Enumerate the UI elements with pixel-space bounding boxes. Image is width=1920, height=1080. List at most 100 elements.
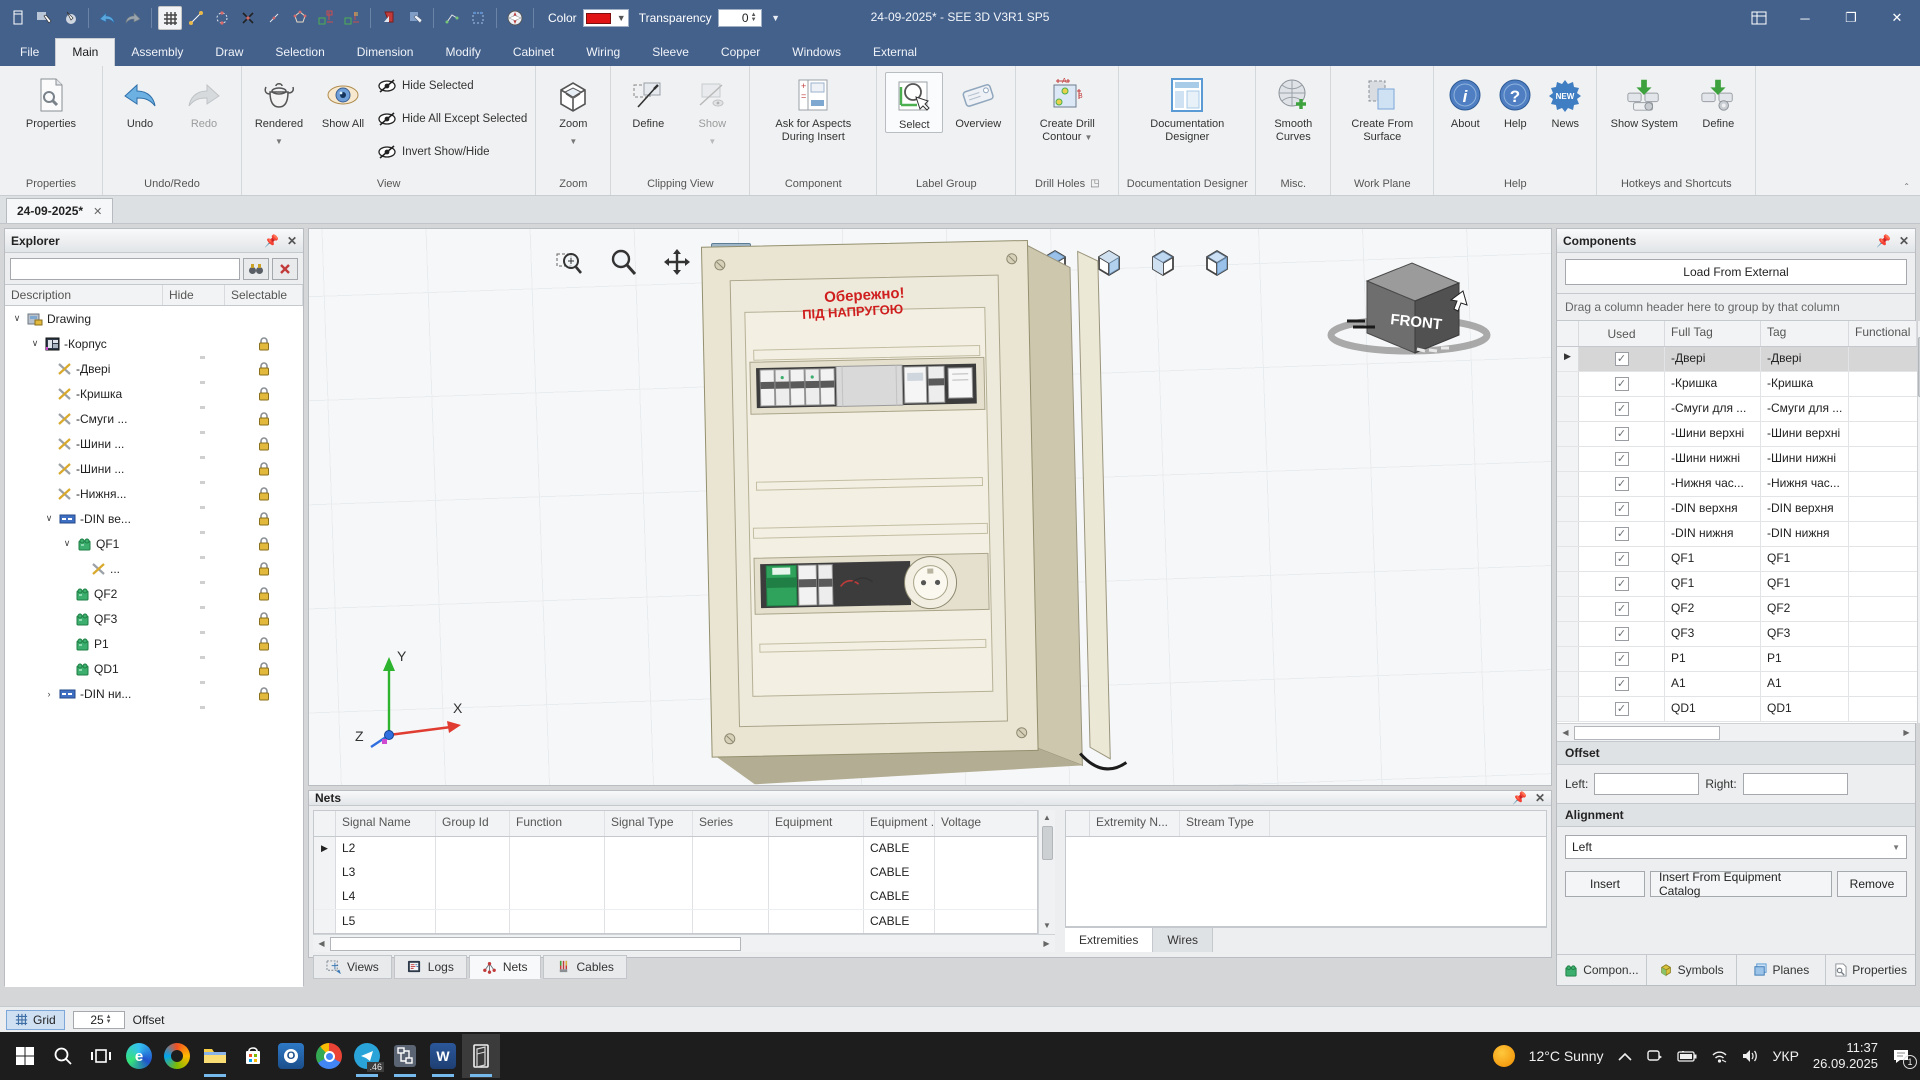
collapse-ribbon-icon[interactable]: ⌃ [1903,182,1910,191]
tab-properties[interactable]: Properties [1826,955,1915,985]
volume-icon[interactable] [1742,1049,1759,1063]
tab-symbols[interactable]: Symbols [1647,955,1737,985]
menu-modify[interactable]: Modify [429,39,496,66]
coord-insert-icon[interactable] [314,6,338,30]
used-checkbox[interactable]: ✓ [1615,602,1629,616]
net-row[interactable]: L4CABLE [314,885,1037,909]
tree-row-qf1[interactable]: ∨ QF1 [5,531,303,556]
line-tool-icon[interactable] [184,6,208,30]
lock-icon[interactable] [249,437,279,451]
undo-icon[interactable] [95,6,119,30]
used-checkbox[interactable]: ✓ [1615,377,1629,391]
menu-wiring[interactable]: Wiring [570,39,636,66]
tree-row-shyny-1[interactable]: -Шини ... [5,431,303,456]
tree-row-drawing[interactable]: ∨ Drawing [5,306,303,331]
redo-icon[interactable] [121,6,145,30]
language-indicator[interactable]: УКР [1773,1048,1799,1064]
component-row[interactable]: ✓QF3QF3 [1557,622,1917,647]
tab-logs[interactable]: Logs [394,955,467,979]
components-hscrollbar[interactable]: ◀▶ [1557,723,1915,741]
word-icon[interactable]: W [424,1034,462,1078]
lock-icon[interactable] [249,512,279,526]
select-circle-icon[interactable] [58,6,82,30]
cabinet-icon[interactable] [6,6,30,30]
create-drill-contour-button[interactable]: AB Create Drill Contour ▼ [1024,72,1110,144]
segment-tool-icon[interactable] [262,6,286,30]
spinner-arrows[interactable]: ▲▼ [749,13,759,23]
expand-arrow[interactable]: ∨ [43,513,55,524]
tree-row-din-top[interactable]: ∨ -DIN ве... [5,506,303,531]
lock-icon[interactable] [249,587,279,601]
paste-special-icon[interactable] [377,6,401,30]
tree-row-korpus[interactable]: ∨ -Корпус [5,331,303,356]
tree-row-p1[interactable]: P1 [5,631,303,656]
component-row[interactable]: ✓-Шини нижні-Шини нижні [1557,447,1917,472]
expand-arrow[interactable]: ∨ [61,538,73,549]
define-hotkeys-button[interactable]: Define [1689,72,1747,131]
alignment-select[interactable]: Left ▼ [1565,835,1907,859]
lock-icon[interactable] [249,537,279,551]
color-dropdown[interactable]: ▼ [583,9,629,27]
used-checkbox[interactable]: ✓ [1615,677,1629,691]
transparency-input[interactable] [719,11,749,25]
clock[interactable]: 11:37 26.09.2025 [1813,1040,1878,1072]
expand-arrow[interactable]: › [43,689,55,699]
weather-text[interactable]: 12°C Sunny [1529,1048,1604,1064]
lock-icon[interactable] [249,462,279,476]
documentation-designer-button[interactable]: Documentation Designer [1127,72,1247,144]
coord-insert2-icon[interactable] [340,6,364,30]
component-row[interactable]: ✓-Кришка-Кришка [1557,372,1917,397]
used-checkbox[interactable]: ✓ [1615,427,1629,441]
tab-cables[interactable]: Cables [543,955,627,979]
nets-hscrollbar[interactable]: ◀▶ [313,934,1055,952]
menu-copper[interactable]: Copper [705,39,776,66]
weather-icon[interactable] [1493,1045,1515,1067]
tree-row-kryshka[interactable]: -Кришка [5,381,303,406]
lock-icon[interactable] [249,687,279,701]
show-clipping-button[interactable]: Show ▼ [683,72,741,148]
tree-row-nyzhnia[interactable]: -Нижня... [5,481,303,506]
hide-selected-button[interactable]: Hide Selected [378,74,527,98]
select-window-icon[interactable] [32,6,56,30]
close-tab-icon[interactable]: ✕ [93,205,102,218]
battery-icon[interactable] [1677,1051,1697,1062]
used-checkbox[interactable]: ✓ [1615,627,1629,641]
chrome-icon[interactable] [310,1034,348,1078]
search-input[interactable] [10,258,240,280]
wire-tool-icon[interactable] [440,6,464,30]
transparency-spinner[interactable]: ▲▼ [718,9,762,27]
tree-row-qd1[interactable]: QD1 [5,656,303,681]
offset-left-input[interactable] [1594,773,1699,795]
menu-selection[interactable]: Selection [259,39,340,66]
tab-components[interactable]: Compon... [1557,955,1647,985]
component-row[interactable]: ✓-DIN нижня-DIN нижня [1557,522,1917,547]
expand-arrow[interactable]: ∨ [11,313,23,324]
search-button[interactable] [44,1034,82,1078]
document-tab[interactable]: 24-09-2025* ✕ [6,198,113,223]
used-checkbox[interactable]: ✓ [1615,402,1629,416]
net-row[interactable]: L3CABLE [314,861,1037,885]
load-from-external-button[interactable]: Load From External [1565,259,1907,285]
offset-right-input[interactable] [1743,773,1848,795]
news-button[interactable]: NEW News [1542,72,1588,131]
qat-overflow-icon[interactable]: ▼ [764,6,788,30]
lock-icon[interactable] [249,412,279,426]
pin-icon[interactable]: 📌 [1876,234,1891,248]
tree-row-qf2[interactable]: QF2 [5,581,303,606]
minimize-button[interactable]: ─ [1782,0,1828,36]
close-icon[interactable]: ✕ [1535,791,1545,805]
grid-size-input[interactable] [74,1013,104,1027]
notification-button[interactable]: 1 [1892,1048,1910,1064]
file-explorer-icon[interactable] [196,1034,234,1078]
tree-row-dveri[interactable]: -Двері [5,356,303,381]
menu-file[interactable]: File [4,39,55,66]
zoom-window-tool[interactable] [549,243,589,281]
cast-icon[interactable] [1646,1049,1663,1063]
component-row[interactable]: ✓-Шини верхні-Шини верхні [1557,422,1917,447]
invert-show-hide-button[interactable]: Invert Show/Hide [378,140,527,164]
lock-icon[interactable] [249,337,279,351]
tree-row-shyny-2[interactable]: -Шини ... [5,456,303,481]
ask-aspects-button[interactable]: += Ask for Aspects During Insert [758,72,868,144]
menu-assembly[interactable]: Assembly [115,39,199,66]
tab-views[interactable]: Views [313,955,392,979]
